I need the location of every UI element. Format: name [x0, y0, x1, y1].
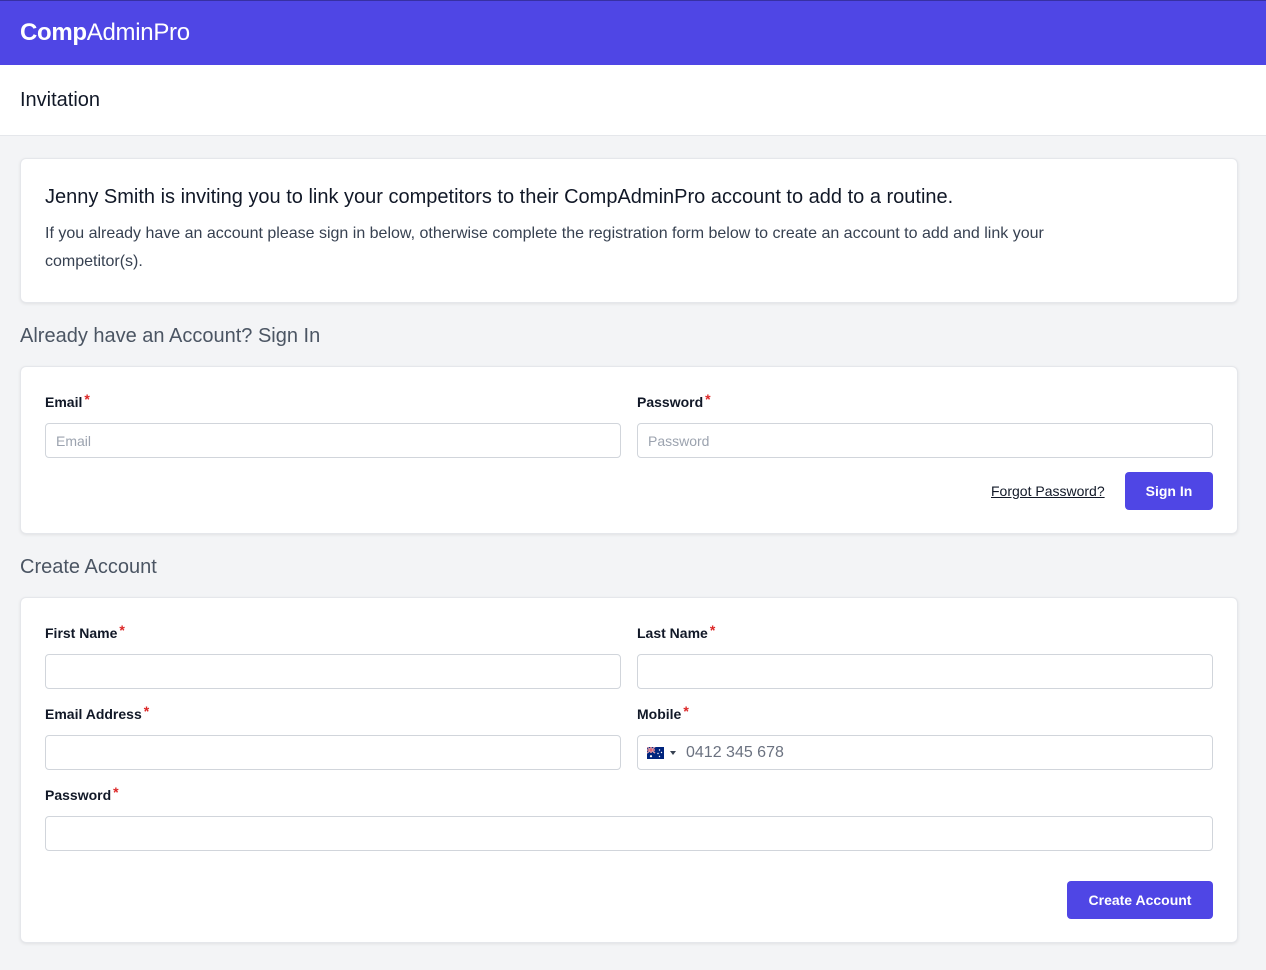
required-marker: * — [705, 391, 711, 407]
required-marker: * — [683, 703, 689, 719]
last-name-label-text: Last Name — [637, 625, 708, 641]
required-marker: * — [143, 703, 150, 719]
mobile-field — [637, 735, 1213, 770]
signin-password-label-text: Password — [637, 394, 704, 410]
signin-email-label-text: Email — [45, 394, 83, 410]
mobile-input[interactable] — [686, 736, 1212, 769]
create-password-label-text: Password — [45, 787, 112, 803]
invitation-description: If you already have an account please si… — [45, 225, 1044, 270]
create-account-section-title: Create Account — [20, 556, 157, 578]
forgot-password-link[interactable]: Forgot Password? — [991, 483, 1105, 499]
create-password-input[interactable] — [45, 816, 1213, 851]
page-header: Invitation — [0, 65, 1266, 136]
top-navbar: CompAdminPro — [0, 0, 1266, 65]
required-marker: * — [709, 622, 716, 638]
country-code-select[interactable] — [638, 736, 686, 769]
email-address-label-text: Email Address — [45, 706, 142, 722]
signin-card: Email* Password* Forgot Password? Sign I… — [20, 366, 1238, 534]
invitation-card: Jenny Smith is inviting you to link your… — [20, 158, 1238, 303]
logo-text-bold: Comp — [20, 19, 87, 46]
app-logo[interactable]: CompAdminPro — [20, 19, 190, 47]
australia-flag-icon — [647, 746, 664, 759]
email-address-input[interactable] — [45, 735, 621, 770]
required-marker: * — [113, 784, 119, 800]
create-account-card: First Name * Last Name * Email Address * Mo… — [20, 597, 1238, 943]
signin-email-label: Email * — [45, 391, 90, 410]
first-name-label: First Name * — [45, 622, 125, 641]
create-account-button[interactable]: Create Account — [1067, 881, 1213, 919]
first-name-label-text: First Name — [45, 625, 118, 641]
signin-password-input[interactable] — [637, 423, 1213, 458]
logo-text-light: AdminPro — [86, 19, 190, 46]
mobile-label: Mobile * — [637, 703, 689, 722]
required-marker: * — [84, 391, 90, 407]
sign-in-button[interactable]: Sign In — [1125, 472, 1213, 510]
page-title: Invitation — [20, 88, 101, 111]
first-name-input[interactable] — [45, 654, 621, 689]
email-address-label: Email Address * — [45, 703, 150, 722]
chevron-down-icon — [670, 750, 676, 755]
signin-email-input[interactable] — [45, 423, 621, 458]
required-marker: * — [119, 622, 125, 638]
mobile-label-text: Mobile — [637, 706, 682, 722]
last-name-label: Last Name * — [637, 622, 716, 641]
signin-password-label: Password * — [637, 391, 711, 410]
signin-section-title: Already have an Account? Sign In — [20, 325, 321, 347]
invitation-heading: Jenny Smith is inviting you to link your… — [45, 186, 954, 208]
last-name-input[interactable] — [637, 654, 1213, 689]
create-password-label: Password * — [45, 784, 119, 803]
